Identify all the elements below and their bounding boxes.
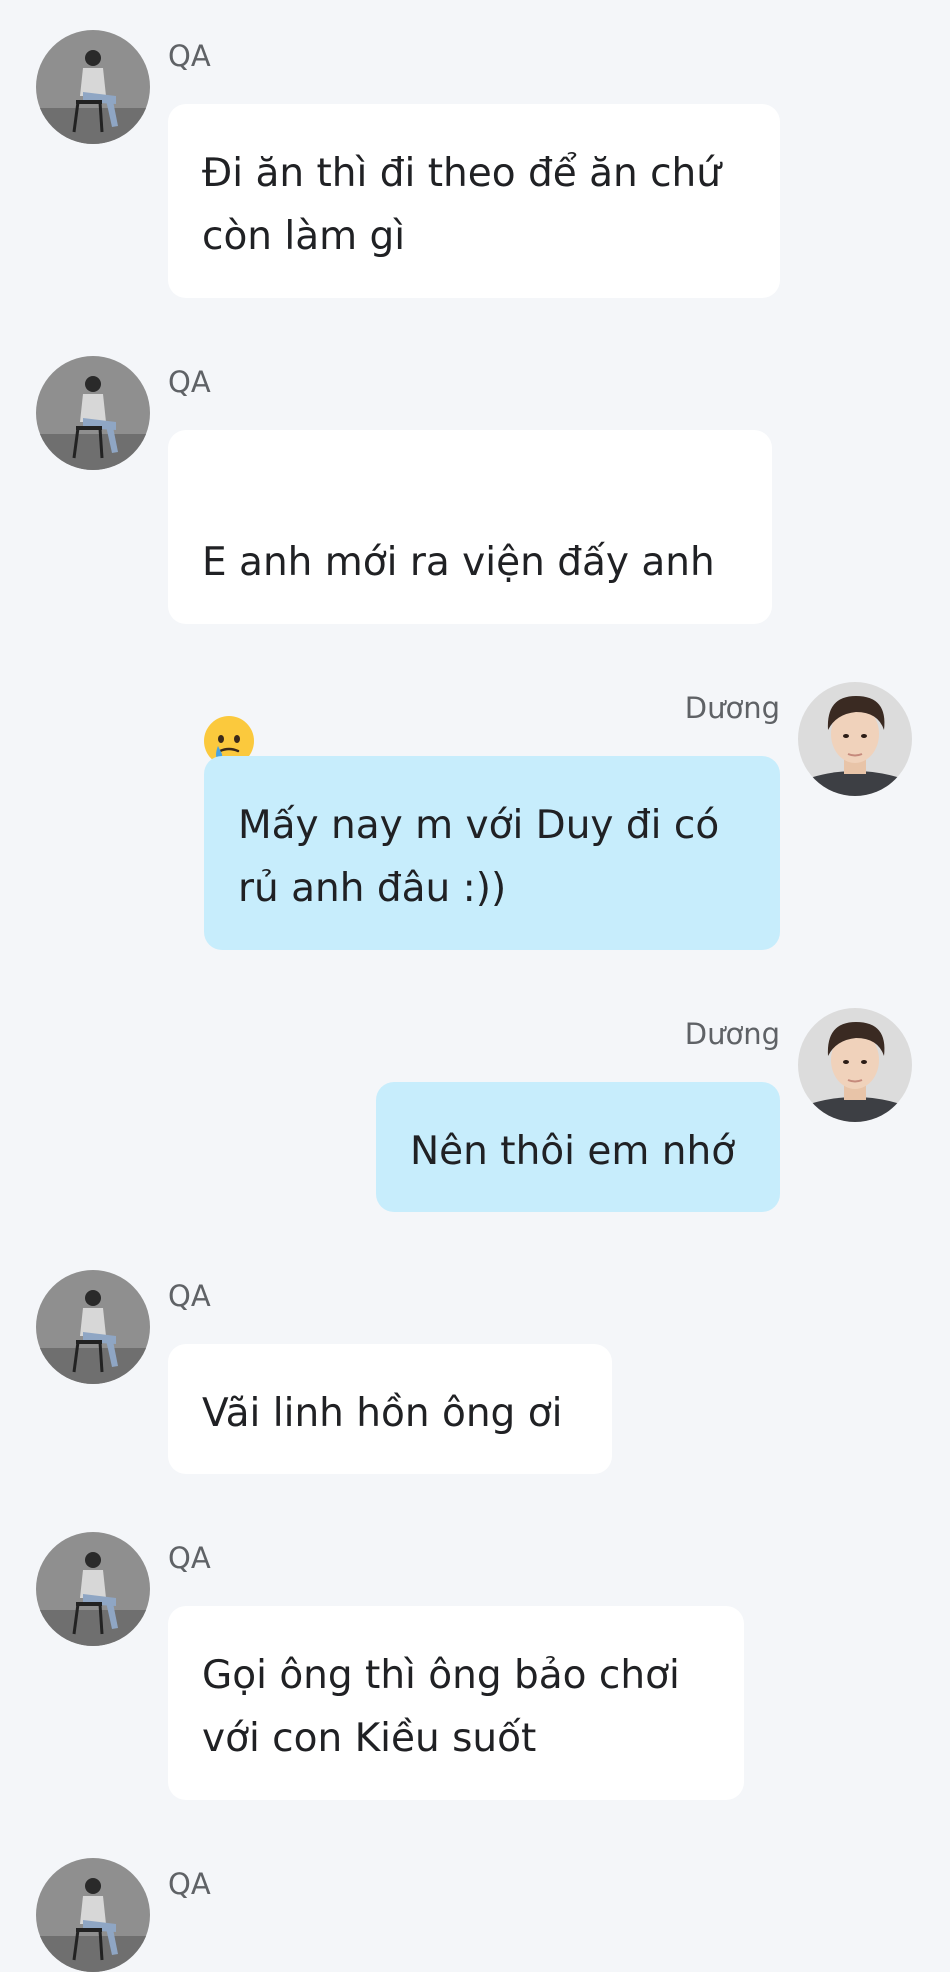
avatar-duong[interactable] bbox=[798, 682, 912, 796]
message-row: QA Đi ăn thì đi theo để ăn chứ còn làm g… bbox=[0, 30, 950, 300]
avatar-qa[interactable] bbox=[36, 1532, 150, 1646]
sender-name: QA bbox=[168, 1867, 211, 1901]
avatar-qa[interactable] bbox=[36, 1858, 150, 1972]
message-row: QA Gọi ông thì ông bảo chơi với con Kiều… bbox=[0, 1532, 950, 1802]
message-bubble-incoming[interactable]: E anh mới ra viện đấy anh bbox=[168, 430, 772, 766]
avatar-duong[interactable] bbox=[798, 1008, 912, 1122]
message-bubble-incoming[interactable]: Vãi linh hồn ông ơi bbox=[168, 1344, 612, 1474]
avatar-qa[interactable] bbox=[36, 356, 150, 470]
sender-name: Dương bbox=[684, 1017, 780, 1051]
message-bubble-incoming[interactable]: Đi ăn thì đi theo để ăn chứ còn làm gì bbox=[168, 104, 780, 298]
sender-name: Dương bbox=[684, 691, 780, 725]
message-bubble-outgoing[interactable]: Nên thôi em nhớ bbox=[376, 1082, 780, 1212]
sender-name: QA bbox=[168, 1279, 211, 1313]
message-row: Dương Nên thôi em nhớ bbox=[0, 1008, 950, 1218]
message-bubble-outgoing[interactable]: Mấy nay m với Duy đi có rủ anh đâu :)) bbox=[204, 756, 780, 950]
avatar-qa[interactable] bbox=[36, 30, 150, 144]
message-bubble-incoming[interactable]: Gọi ông thì ông bảo chơi với con Kiều su… bbox=[168, 1606, 744, 1800]
avatar-qa[interactable] bbox=[36, 1270, 150, 1384]
sender-name: QA bbox=[168, 365, 211, 399]
sender-name: QA bbox=[168, 39, 211, 73]
message-row: QA Vãi linh hồn ông ơi bbox=[0, 1270, 950, 1480]
message-row: QA E anh mới ra viện đấy anh bbox=[0, 356, 950, 766]
chat-thread[interactable]: QA Đi ăn thì đi theo để ăn chứ còn làm g… bbox=[0, 0, 950, 1972]
message-row: Dương Mấy nay m với Duy đi có rủ anh đâu… bbox=[0, 682, 950, 952]
message-row: QA bbox=[0, 1858, 950, 1972]
sender-name: QA bbox=[168, 1541, 211, 1575]
message-text: E anh mới ra viện đấy anh bbox=[202, 540, 715, 585]
